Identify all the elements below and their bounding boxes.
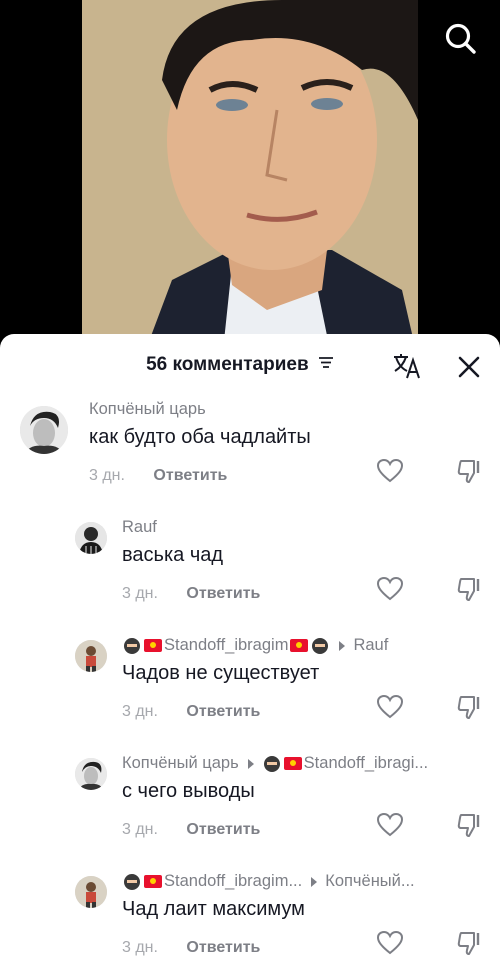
ninja-emoji-icon xyxy=(124,637,140,654)
reply-button[interactable]: Ответить xyxy=(153,467,227,484)
reply-to-name[interactable]: Копчёный... xyxy=(325,872,414,891)
thumbs-down-icon xyxy=(457,460,480,483)
author-name[interactable]: Standoff_ibragim... xyxy=(164,872,302,891)
comment-time: 3 дн. xyxy=(122,939,158,956)
author-name[interactable]: Standoff_ibragim xyxy=(164,636,288,655)
comment-author[interactable]: Standoff_ibragim Rauf xyxy=(122,636,388,655)
search-icon xyxy=(445,23,476,54)
comment-text: васька чад xyxy=(122,544,224,566)
thumbs-down-icon xyxy=(457,932,480,955)
comment-text: Чад лаит максимум xyxy=(122,898,305,920)
heart-icon xyxy=(376,458,404,483)
dislike-button[interactable] xyxy=(456,458,484,484)
ninja-emoji-icon xyxy=(312,637,329,654)
ninja-emoji-icon xyxy=(124,873,140,890)
comments-sheet: 56 комментариев Копчёный царь как будто … xyxy=(0,334,500,975)
dislike-button[interactable] xyxy=(456,694,484,720)
reply-button[interactable]: Ответить xyxy=(186,585,260,602)
avatar[interactable] xyxy=(75,758,107,790)
comment-author[interactable]: Копчёный царь Standoff_ibragi... xyxy=(122,754,428,773)
reply-to-name[interactable]: Rauf xyxy=(353,636,388,655)
search-button[interactable] xyxy=(444,22,478,56)
dislike-button[interactable] xyxy=(456,930,484,956)
reply-button[interactable]: Ответить xyxy=(186,703,260,720)
reply-arrow-icon xyxy=(311,876,318,887)
video-player[interactable] xyxy=(0,0,500,360)
kyrgyzstan-flag-icon xyxy=(283,757,302,770)
like-button[interactable] xyxy=(376,812,404,838)
author-name[interactable]: Копчёный царь xyxy=(89,400,206,419)
reply-arrow-icon xyxy=(247,758,254,769)
reply-button[interactable]: Ответить xyxy=(186,821,260,838)
reply-button[interactable]: Ответить xyxy=(186,939,260,956)
kyrgyzstan-flag-icon xyxy=(290,639,309,652)
thumbs-down-icon xyxy=(457,696,480,719)
video-frame-portrait xyxy=(82,0,418,360)
comment-time: 3 дн. xyxy=(89,467,125,484)
reply-item: Standoff_ibragim... Копчёный... Чад лаит… xyxy=(0,872,500,972)
comment-author[interactable]: Rauf xyxy=(122,518,157,537)
reply-to-name[interactable]: Standoff_ibragi... xyxy=(304,754,428,773)
like-button[interactable] xyxy=(376,930,404,956)
sort-filter-icon[interactable] xyxy=(318,353,334,375)
close-icon xyxy=(458,356,480,378)
avatar[interactable] xyxy=(20,406,68,454)
comment-meta: 3 дн. Ответить xyxy=(122,703,260,721)
comment-text: Чадов не существует xyxy=(122,662,320,684)
reply-item: Standoff_ibragim Rauf Чадов не существуе… xyxy=(0,636,500,736)
comment-meta: 3 дн. Ответить xyxy=(122,821,260,839)
comment-author[interactable]: Копчёный царь xyxy=(89,400,206,419)
heart-icon xyxy=(376,694,404,719)
heart-icon xyxy=(376,576,404,601)
dislike-button[interactable] xyxy=(456,812,484,838)
author-name[interactable]: Rauf xyxy=(122,518,157,537)
like-button[interactable] xyxy=(376,694,404,720)
thumbs-down-icon xyxy=(457,814,480,837)
comment-text: с чего выводы xyxy=(122,780,255,802)
heart-icon xyxy=(376,930,404,955)
portrait-image xyxy=(82,0,418,360)
dislike-button[interactable] xyxy=(456,576,484,602)
comments-title: 56 комментариев xyxy=(0,354,500,376)
author-name[interactable]: Копчёный царь xyxy=(122,754,239,773)
kyrgyzstan-flag-icon xyxy=(144,875,162,888)
comment-item: Копчёный царь как будто оба чадлайты 3 д… xyxy=(0,400,500,500)
comment-time: 3 дн. xyxy=(122,585,158,602)
like-button[interactable] xyxy=(376,576,404,602)
heart-icon xyxy=(376,812,404,837)
comment-author[interactable]: Standoff_ibragim... Копчёный... xyxy=(122,872,415,891)
avatar[interactable] xyxy=(75,876,107,908)
reply-item: Копчёный царь Standoff_ibragi... с чего … xyxy=(0,754,500,854)
translate-icon xyxy=(394,354,420,379)
close-button[interactable] xyxy=(456,354,482,380)
sheet-header: 56 комментариев xyxy=(0,334,500,396)
avatar[interactable] xyxy=(75,640,107,672)
comment-time: 3 дн. xyxy=(122,821,158,838)
reply-arrow-icon xyxy=(339,640,346,651)
avatar[interactable] xyxy=(75,522,107,554)
comment-time: 3 дн. xyxy=(122,703,158,720)
ninja-emoji-icon xyxy=(263,755,280,772)
comment-meta: 3 дн. Ответить xyxy=(122,585,260,603)
kyrgyzstan-flag-icon xyxy=(144,639,162,652)
comment-meta: 3 дн. Ответить xyxy=(89,467,227,485)
comments-count-label: 56 комментариев xyxy=(146,354,309,376)
like-button[interactable] xyxy=(376,458,404,484)
comment-meta: 3 дн. Ответить xyxy=(122,939,260,957)
thumbs-down-icon xyxy=(457,578,480,601)
translate-button[interactable] xyxy=(392,352,422,380)
comment-text: как будто оба чадлайты xyxy=(89,426,311,448)
reply-item: Rauf васька чад 3 дн. Ответить xyxy=(0,518,500,618)
